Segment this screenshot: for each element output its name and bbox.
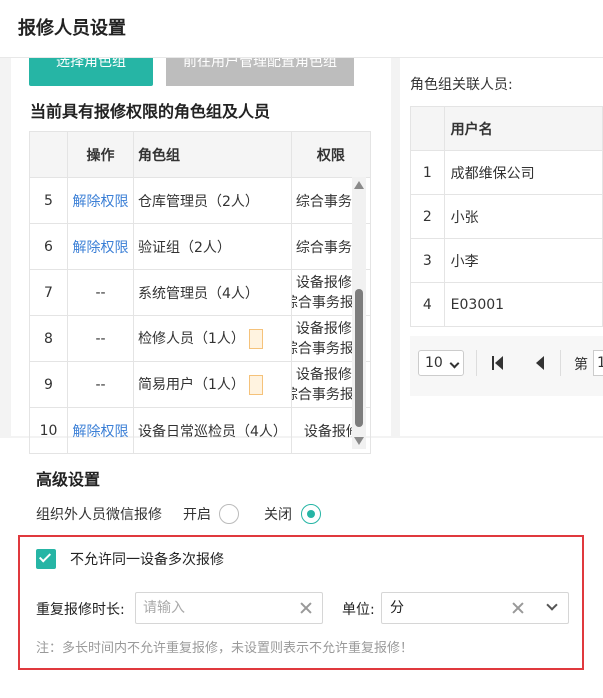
radio-off[interactable] [301, 504, 321, 524]
chevron-down-icon [449, 358, 460, 369]
scroll-up-icon[interactable] [354, 181, 364, 189]
role-tag [248, 375, 263, 395]
role-cell: 检修人员（1人） [133, 315, 292, 362]
table-row: 4 E03001 [410, 282, 603, 327]
row-op-placeholder: -- [67, 315, 134, 362]
table-header-row: 操作 角色组 权限 [29, 131, 371, 178]
row-op-placeholder: -- [67, 361, 134, 408]
row-no: 1 [410, 150, 445, 195]
row-no: 2 [410, 194, 445, 239]
clear-icon[interactable] [512, 602, 524, 614]
prev-page-icon[interactable] [536, 356, 544, 370]
table-row: 2 小张 [410, 194, 603, 239]
unbind-permission-link[interactable]: 解除权限 [67, 223, 134, 270]
role-name: 设备日常巡检员（4人） [133, 407, 292, 454]
dup-time-placeholder: 请输入 [143, 600, 185, 616]
advanced-settings-title: 高级设置 [36, 470, 101, 489]
table-row: 5 解除权限 仓库管理员（2人） 综合事务报 [29, 177, 371, 224]
role-cell: 简易用户（1人） [133, 361, 292, 408]
table-row: 3 小李 [410, 238, 603, 283]
row-no: 5 [29, 177, 68, 224]
col-header-no [29, 131, 68, 178]
clear-icon[interactable] [300, 602, 312, 614]
col-header-username: 用户名 [443, 106, 603, 151]
pagination-bar: 10 第 1 [410, 336, 603, 396]
role-name: 简易用户（1人） [138, 377, 245, 393]
role-name: 系统管理员（4人） [133, 269, 292, 316]
table-row: 9 -- 简易用户（1人） 设备报修综合事务报 [29, 361, 371, 408]
dup-time-input[interactable]: 请输入 [135, 592, 323, 624]
username: 成都维保公司 [443, 150, 603, 195]
role-table: 操作 角色组 权限 5 解除权限 仓库管理员（2人） 综合事务报 6 解除权限 … [29, 131, 371, 454]
select-role-button[interactable]: 选择角色组 [29, 58, 153, 86]
row-no: 8 [29, 315, 68, 362]
role-name: 检修人员（1人） [138, 331, 245, 347]
unbind-permission-link[interactable]: 解除权限 [67, 407, 134, 454]
row-no: 6 [29, 223, 68, 270]
note-text: 注：多长时间内不允许重复报修，未设置则表示不允许重复报修！ [36, 641, 414, 656]
row-no: 3 [410, 238, 445, 283]
table-row: 1 成都维保公司 [410, 150, 603, 195]
user-table: 用户名 1 成都维保公司 2 小张 3 小李 4 E03001 [410, 106, 603, 327]
top-bar: 报修人员设置 [0, 0, 603, 58]
dup-time-label: 重复报修时长: [36, 602, 125, 618]
divider [560, 350, 561, 376]
username: 小张 [443, 194, 603, 239]
role-name: 验证组（2人） [133, 223, 292, 270]
row-no: 4 [410, 282, 445, 327]
no-repeat-label: 不允许同一设备多次报修 [70, 552, 224, 568]
col-header-role: 角色组 [133, 131, 292, 178]
unit-label: 单位: [342, 602, 375, 618]
role-tag [248, 329, 263, 349]
table-row: 8 -- 检修人员（1人） 设备报修综合事务报 [29, 315, 371, 362]
row-op-placeholder: -- [67, 269, 134, 316]
no-repeat-checkbox[interactable] [36, 549, 56, 569]
option-on-label: 开启 [183, 507, 211, 523]
manage-role-button[interactable]: 前往用户管理配置角色组 [166, 58, 354, 86]
role-name: 仓库管理员（2人） [133, 177, 292, 224]
table-scrollbar[interactable] [352, 177, 366, 449]
row-no: 9 [29, 361, 68, 408]
page-title: 报修人员设置 [18, 18, 126, 39]
table-row: 6 解除权限 验证组（2人） 综合事务报 [29, 223, 371, 270]
page-number-input[interactable]: 1 [593, 350, 603, 376]
username: E03001 [443, 282, 603, 327]
table-row: 7 -- 系统管理员（4人） 设备报修综合事务报 [29, 269, 371, 316]
wechat-repair-label: 组织外人员微信报修 [36, 507, 162, 523]
username: 小李 [443, 238, 603, 283]
scroll-down-icon[interactable] [354, 437, 364, 445]
radio-on[interactable] [219, 504, 239, 524]
check-icon [38, 550, 52, 563]
page-size-select[interactable]: 10 [418, 350, 464, 376]
row-no: 7 [29, 269, 68, 316]
chevron-down-icon[interactable] [546, 599, 558, 611]
user-panel-label: 角色组关联人员: [410, 77, 513, 93]
col-header-perm: 权限 [290, 131, 371, 178]
unbind-permission-link[interactable]: 解除权限 [67, 177, 134, 224]
unit-value: 分 [390, 600, 404, 616]
option-off-label: 关闭 [264, 507, 292, 523]
table-header-row: 用户名 [410, 106, 603, 151]
scroll-thumb[interactable] [355, 289, 363, 427]
divider [476, 350, 477, 376]
page-label: 第 [574, 357, 588, 373]
page-size-value: 10 [425, 355, 443, 371]
first-page-icon[interactable] [492, 356, 504, 370]
role-section-title: 当前具有报修权限的角色组及人员 [30, 102, 271, 121]
col-header-no [410, 106, 445, 151]
row-no: 10 [29, 407, 68, 454]
unit-select[interactable]: 分 [381, 592, 569, 624]
col-header-op: 操作 [67, 131, 134, 178]
table-row: 10 解除权限 设备日常巡检员（4人） 设备报修 [29, 407, 371, 454]
